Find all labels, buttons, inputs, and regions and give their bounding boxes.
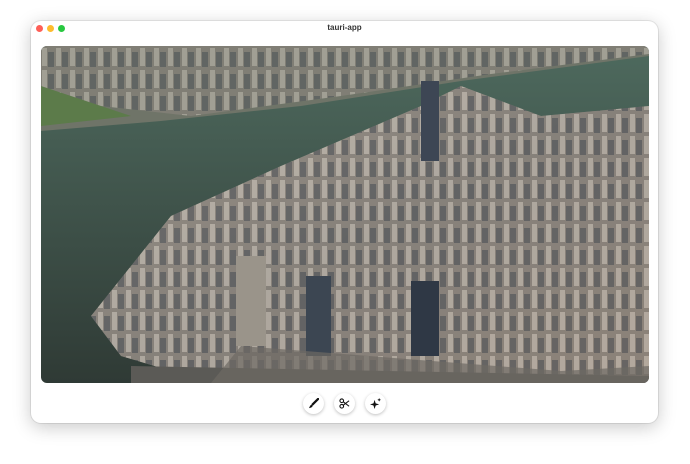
scissors-button[interactable] bbox=[334, 393, 355, 414]
city-aerial-image bbox=[41, 46, 649, 383]
toolbar bbox=[31, 393, 658, 414]
paintbrush-icon bbox=[308, 398, 319, 409]
app-window: tauri-app bbox=[31, 21, 658, 423]
title-bar: tauri-app bbox=[31, 21, 658, 37]
paintbrush-button[interactable] bbox=[303, 393, 324, 414]
scissors-icon bbox=[339, 398, 350, 409]
sparkles-icon bbox=[370, 398, 381, 409]
window-title: tauri-app bbox=[327, 23, 362, 32]
sparkles-button[interactable] bbox=[365, 393, 386, 414]
